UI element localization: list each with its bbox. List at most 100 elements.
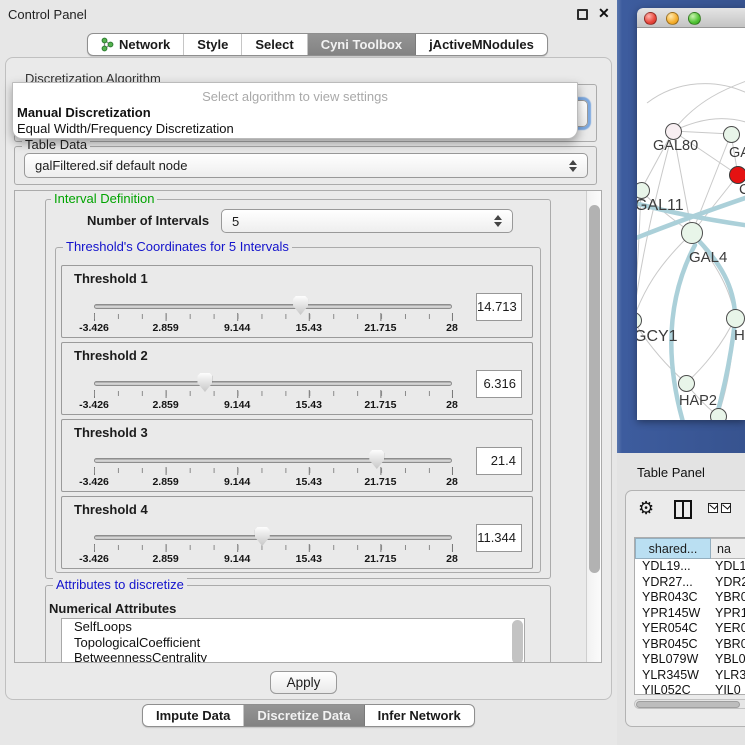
tab-network[interactable]: Network	[88, 34, 184, 55]
tab-label: Impute Data	[156, 708, 230, 723]
cell-name: YDR2	[711, 575, 745, 591]
threshold-label: Threshold 1	[74, 271, 148, 286]
dropdown-option-manual[interactable]: Manual Discretization	[17, 105, 151, 120]
node-partial-top-right[interactable]	[723, 126, 740, 143]
thresholds-stack: -3.426 2.859 9.144 15.43 21.715 28 Thres…	[61, 265, 533, 569]
list-item[interactable]: BetweennessCentrality	[62, 650, 524, 663]
table-row[interactable]: YER054C YER0	[635, 621, 745, 637]
threshold-value-field[interactable]: 11.344	[476, 524, 522, 552]
number-of-intervals-label: Number of Intervals	[87, 213, 209, 228]
list-scrollbar[interactable]	[512, 620, 523, 663]
dropdown-option-equal-width[interactable]: Equal Width/Frequency Discretization	[17, 121, 234, 136]
table-row[interactable]: YPR145W YPR1	[635, 606, 745, 622]
column-header-shared-name[interactable]: shared...	[635, 538, 711, 559]
tab-discretize-data[interactable]: Discretize Data	[244, 705, 364, 726]
cell-shared-name: YIL052C	[635, 683, 711, 695]
node-label-gal80: GAL80	[653, 138, 698, 154]
scrollbar-thumb[interactable]	[589, 205, 600, 573]
cell-shared-name: YER054C	[635, 621, 711, 637]
slider-tick-labels: -3.426 2.859 9.144 15.43 21.715 28	[94, 476, 452, 488]
threshold-panel: -3.426 2.859 9.144 15.43 21.715 28 Thres…	[61, 496, 533, 569]
table-row[interactable]: YDR27... YDR2	[635, 575, 745, 591]
dropdown-prompt: Select algorithm to view settings	[13, 89, 577, 104]
table-row[interactable]: YDL19... YDL1	[635, 559, 745, 575]
node-partial-bottom[interactable]	[710, 408, 727, 421]
float-window-icon[interactable]	[577, 9, 588, 20]
columns-icon[interactable]	[674, 500, 692, 519]
tick-label: 21.715	[364, 553, 396, 565]
bottom-tab-bar: Impute Data Discretize Data Infer Networ…	[142, 704, 475, 727]
slider-tick-labels: -3.426 2.859 9.144 15.43 21.715 28	[94, 399, 452, 411]
zoom-traffic-light-icon[interactable]	[688, 12, 701, 25]
close-traffic-light-icon[interactable]	[644, 12, 657, 25]
node-gal11[interactable]	[637, 182, 650, 199]
node-gal4[interactable]	[681, 222, 703, 244]
table-row[interactable]: YBL079W YBL0	[635, 652, 745, 668]
slider-track[interactable]	[94, 458, 452, 463]
table-data-group-title: Table Data	[22, 138, 90, 152]
tab-infer-network[interactable]: Infer Network	[365, 705, 474, 726]
tab-label: jActiveMNodules	[429, 37, 534, 52]
tick-label: 28	[446, 476, 458, 488]
tick-label: -3.426	[79, 476, 109, 488]
tab-impute-data[interactable]: Impute Data	[143, 705, 244, 726]
network-window-titlebar[interactable]	[637, 8, 745, 28]
gear-icon[interactable]: ⚙	[638, 499, 654, 517]
combo-stepper-icon	[490, 215, 506, 227]
combo-value: 5	[222, 214, 490, 229]
scrollpane-scrollbar[interactable]	[586, 191, 601, 662]
slider-track[interactable]	[94, 304, 452, 309]
column-header-name[interactable]: na	[711, 538, 745, 559]
slider-track[interactable]	[94, 535, 452, 540]
network-window: GAL80 GA C GAL11 GAL4 GCY1 H HAP2	[637, 8, 745, 420]
slider-tick-labels: -3.426 2.859 9.144 15.43 21.715 28	[94, 553, 452, 565]
node-gal80[interactable]	[665, 123, 682, 140]
threshold-value-field[interactable]: 6.316	[476, 370, 522, 398]
tick-label: -3.426	[79, 399, 109, 411]
control-panel-titlebar: Control Panel ✕	[0, 0, 617, 28]
apply-button[interactable]: Apply	[270, 671, 337, 694]
list-item[interactable]: TopologicalCoefficient	[62, 635, 524, 651]
threshold-value-field[interactable]: 14.713	[476, 293, 522, 321]
table-row[interactable]: YLR345W YLR3	[635, 668, 745, 684]
close-icon[interactable]: ✕	[598, 5, 610, 22]
table-horizontal-scrollbar[interactable]	[634, 699, 745, 709]
table-row[interactable]: YBR043C YBR0	[635, 590, 745, 606]
tick-label: 15.43	[296, 553, 322, 565]
attributes-list[interactable]: SelfLoops TopologicalCoefficient Between…	[61, 618, 525, 663]
network-canvas[interactable]: GAL80 GA C GAL11 GAL4 GCY1 H HAP2	[637, 28, 745, 420]
node-hap2[interactable]	[678, 375, 695, 392]
node-label-gal4: GAL4	[689, 249, 727, 266]
panel-title: Control Panel	[8, 7, 87, 22]
cell-name: YIL0	[711, 683, 745, 695]
number-of-intervals-combobox[interactable]: 5	[221, 209, 513, 233]
tick-label: 28	[446, 399, 458, 411]
minimize-traffic-light-icon[interactable]	[666, 12, 679, 25]
control-panel: Control Panel ✕ Network Style Sel	[0, 0, 617, 745]
threshold-value-field[interactable]: 21.4	[476, 447, 522, 475]
node-h[interactable]	[726, 309, 745, 328]
top-tab-bar: Network Style Select Cyni Toolbox jActiv…	[87, 33, 548, 56]
tab-label: Infer Network	[378, 708, 461, 723]
slider-track[interactable]	[94, 381, 452, 386]
combo-stepper-icon	[565, 160, 581, 172]
table-body: YDL19... YDL1 YDR27... YDR2 YBR043C YBR0…	[635, 559, 745, 694]
table-row[interactable]: YIL052C YIL0	[635, 683, 745, 695]
tick-label: 9.144	[224, 322, 250, 334]
table-row[interactable]: YBR045C YBR0	[635, 637, 745, 653]
checkbox-icon	[708, 503, 718, 513]
scrollbar-thumb[interactable]	[636, 701, 740, 708]
tab-select[interactable]: Select	[242, 34, 307, 55]
interval-group-title: Interval Definition	[51, 192, 157, 206]
tab-cyni-toolbox[interactable]: Cyni Toolbox	[308, 34, 416, 55]
slider-ticks	[94, 390, 453, 398]
checkbox-columns-icon[interactable]	[708, 503, 731, 513]
tick-label: 9.144	[224, 476, 250, 488]
threshold-panel: -3.426 2.859 9.144 15.43 21.715 28 Thres…	[61, 342, 533, 415]
node-table: shared... na YDL19... YDL1 YDR27... YDR2…	[634, 537, 745, 695]
table-panel: ⚙ shared... na YDL19... YDL1 YDR27... YD…	[625, 490, 745, 727]
table-data-combobox[interactable]: galFiltered.sif default node	[24, 153, 588, 178]
tab-jactivemnodules[interactable]: jActiveMNodules	[416, 34, 547, 55]
list-item[interactable]: SelfLoops	[62, 619, 524, 635]
tab-style[interactable]: Style	[184, 34, 242, 55]
